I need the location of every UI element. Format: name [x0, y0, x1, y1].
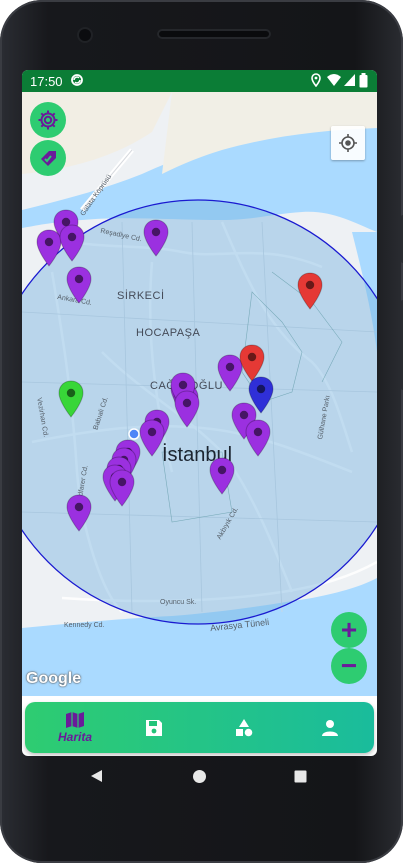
red-map-marker[interactable]	[297, 272, 323, 310]
tag-check-icon	[41, 151, 56, 166]
status-bar: 17:50	[22, 70, 377, 92]
purple-map-marker[interactable]	[209, 457, 235, 495]
map-view[interactable]: SİRKECİ HOCAPAŞA CAĞALOĞLU İstanbul Reşa…	[22, 92, 377, 696]
street-label: Kennedy Cd.	[64, 622, 105, 629]
recents-icon[interactable]	[294, 770, 307, 783]
purple-map-marker[interactable]	[66, 266, 92, 304]
bottom-navigation: Harita	[25, 702, 374, 753]
sync-icon	[71, 74, 83, 86]
tab-harita-label: Harita	[57, 730, 92, 744]
street-label: Oyuncu Sk.	[160, 599, 197, 606]
system-navigation-bar	[0, 756, 403, 796]
green-map-marker[interactable]	[58, 380, 84, 418]
earpiece-speaker	[157, 29, 271, 39]
phone-frame: 17:50 SİRKECİ HOCAPAŞA İstanbul Reşadiye…	[0, 0, 403, 863]
tab-categories[interactable]	[219, 702, 269, 753]
purple-map-marker[interactable]	[174, 390, 200, 428]
front-camera	[79, 29, 91, 41]
purple-map-marker[interactable]	[109, 469, 135, 507]
battery-icon	[359, 73, 368, 88]
tab-harita[interactable]: Harita	[35, 702, 115, 753]
status-time: 17:50	[30, 74, 63, 89]
map-icon	[66, 712, 84, 728]
zoom-out-button[interactable]: −	[331, 648, 367, 684]
gear-icon	[38, 110, 58, 130]
purple-map-marker[interactable]	[143, 219, 169, 257]
tab-saved[interactable]	[129, 702, 179, 753]
purple-map-marker[interactable]	[66, 494, 92, 532]
zoom-in-button[interactable]: +	[331, 612, 367, 648]
signal-icon	[344, 74, 355, 86]
tab-profile[interactable]	[305, 702, 355, 753]
blue-map-marker[interactable]	[248, 376, 274, 414]
location-icon	[311, 73, 321, 87]
zoom-out-label: −	[340, 650, 358, 681]
district-label: HOCAPAŞA	[136, 327, 201, 339]
app-screen: 17:50 SİRKECİ HOCAPAŞA İstanbul Reşadiye…	[22, 70, 377, 756]
filter-button[interactable]	[30, 140, 66, 176]
wifi-icon	[327, 74, 341, 86]
home-icon[interactable]	[192, 769, 207, 784]
my-location-button[interactable]	[331, 126, 365, 160]
back-icon[interactable]	[90, 769, 104, 783]
zoom-in-label: +	[340, 614, 358, 645]
purple-map-marker[interactable]	[245, 419, 271, 457]
user-location-dot	[128, 428, 140, 440]
google-attribution: Google	[26, 670, 82, 687]
shapes-icon	[236, 718, 253, 736]
purple-map-marker[interactable]	[139, 419, 165, 457]
district-label: SİRKECİ	[117, 290, 165, 302]
save-icon	[146, 719, 162, 736]
crosshair-icon	[339, 134, 357, 152]
person-icon	[322, 719, 338, 736]
purple-map-marker[interactable]	[59, 224, 85, 262]
settings-button[interactable]	[30, 102, 66, 138]
